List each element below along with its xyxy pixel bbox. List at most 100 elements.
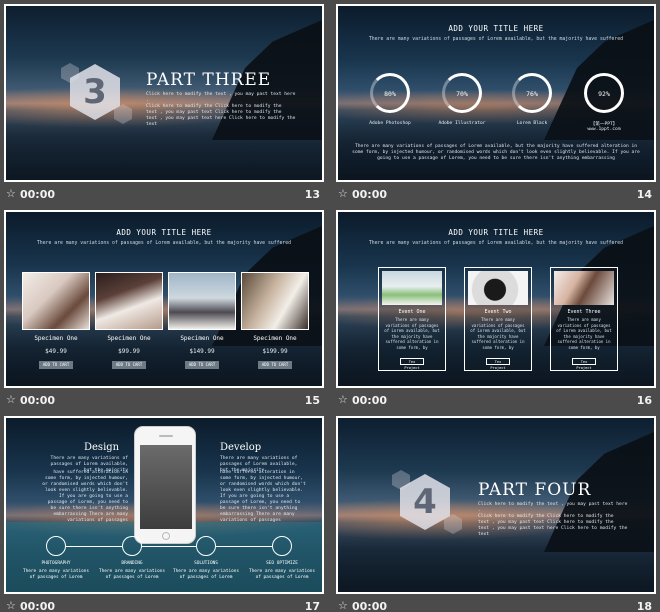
slide-timing: 00:00 [352, 600, 388, 612]
slide-preview[interactable]: ADD YOUR TITLE HERE There are many varia… [336, 4, 656, 182]
event-name: Event Two [484, 309, 512, 315]
step-name: PHOTOGRAPHY [41, 561, 71, 566]
event-photo [382, 271, 442, 305]
slide-thumbnail-15[interactable]: ADD YOUR TITLE HERE There are many varia… [4, 210, 324, 414]
add-to-cart-button[interactable]: ADD TO CART [258, 361, 292, 369]
step-desc: There are many variations of passages of… [22, 569, 90, 580]
slide-meta: ☆ 00:00 18 [336, 596, 656, 612]
ring-value: 76% [526, 90, 538, 98]
progress-ring: 92% [584, 73, 624, 113]
event-button[interactable]: Tex Project [400, 358, 424, 370]
timeline-line [142, 546, 196, 547]
step-desc: There are many variations of passages of… [248, 569, 316, 580]
slide-number: 13 [304, 188, 320, 201]
slide-thumbnail-13[interactable]: 3 PART THREE Click here to modify the te… [4, 4, 324, 208]
event-name: Event One [398, 309, 426, 315]
star-icon[interactable]: ☆ [338, 187, 348, 200]
slide-timing: 00:00 [352, 394, 388, 407]
slide-number: 16 [636, 394, 652, 407]
event-card: Event One There are many variations of p… [378, 267, 446, 371]
star-icon[interactable]: ☆ [338, 599, 348, 612]
item-name: Specimen One [107, 335, 151, 342]
timeline-node [122, 536, 142, 556]
progress-ring: 76% [512, 73, 552, 113]
develop-body: have suffered alteration in some form, b… [220, 470, 306, 523]
slide-subtitle: There are many variations of passages of… [36, 241, 292, 246]
slide-preview[interactable]: 4 PART FOUR Click here to modify the tex… [336, 416, 656, 594]
phone-mockup [134, 426, 196, 544]
couple-photo [241, 272, 309, 330]
slide-thumbnail-17[interactable]: Design There are many variations of pass… [4, 416, 324, 612]
timeline-node [46, 536, 66, 556]
item-price: $99.99 [118, 348, 140, 355]
text-line: Click here to modify the text , you may … [478, 502, 628, 513]
timeline-line [216, 546, 272, 547]
event-description: There are many variations of passages of… [470, 317, 526, 350]
ring-value: 80% [384, 90, 396, 98]
star-icon[interactable]: ☆ [6, 187, 16, 200]
progress-ring: 80% [370, 73, 410, 113]
slide-meta: ☆ 00:00 16 [336, 390, 656, 412]
event-photo [554, 271, 614, 305]
slide-subtitle: There are many variations of passages of… [368, 37, 624, 42]
add-to-cart-button[interactable]: ADD TO CART [39, 361, 73, 369]
text-line: text , you may past text here Click here… [478, 526, 628, 537]
timeline-line [66, 546, 122, 547]
slide-title: ADD YOUR TITLE HERE [448, 24, 544, 33]
star-icon[interactable]: ☆ [338, 393, 348, 406]
step-desc: There are many variations of passages of… [172, 569, 240, 580]
part-description: Click here to modify the text , you may … [146, 92, 296, 128]
slide-meta: ☆ 00:00 17 [4, 596, 324, 612]
step-name: SOLUTIONS [194, 561, 218, 566]
item-price: $149.99 [189, 348, 215, 355]
ring-label: Adobe Photoshop [369, 121, 411, 126]
star-icon[interactable]: ☆ [6, 393, 16, 406]
step-name: SEO OPTIMIZE [266, 561, 298, 566]
phone-screen [140, 445, 192, 529]
event-card: Event Three There are many variations of… [550, 267, 618, 371]
slide-number: 18 [636, 600, 652, 612]
text-line: text , you may past text here Click here… [146, 116, 296, 127]
add-to-cart-button[interactable]: ADD TO CART [185, 361, 219, 369]
event-button[interactable]: Tex Project [572, 358, 596, 370]
item-price: $49.99 [45, 348, 67, 355]
item-name: Specimen One [34, 335, 78, 342]
design-title: Design [84, 442, 120, 453]
slide-preview[interactable]: ADD YOUR TITLE HERE There are many varia… [4, 210, 324, 388]
add-to-cart-button[interactable]: ADD TO CART [112, 361, 146, 369]
step-desc: There are many variations of passages of… [98, 569, 166, 580]
slide-preview[interactable]: ADD YOUR TITLE HERE There are many varia… [336, 210, 656, 388]
part-number: 3 [83, 72, 107, 112]
slide-subtitle: There are many variations of passages of… [368, 241, 624, 246]
slide-timing: 00:00 [20, 188, 56, 201]
wedding-photo [22, 272, 90, 330]
ring-label: Lorem Black [516, 121, 548, 126]
slide-preview[interactable]: Design There are many variations of pass… [4, 416, 324, 594]
event-description: There are many variations of passages of… [384, 317, 440, 350]
develop-title: Develop [220, 442, 262, 453]
slide-body-text: There are many variations of passages of… [352, 144, 640, 161]
ring-label: 【第一PPT】 www.1ppt.com [587, 122, 621, 132]
phone-speaker [159, 435, 173, 437]
slide-timing: 00:00 [352, 188, 388, 201]
slide-number: 14 [636, 188, 652, 201]
event-button[interactable]: Tex Project [486, 358, 510, 370]
slide-thumbnail-14[interactable]: ADD YOUR TITLE HERE There are many varia… [336, 4, 656, 208]
slide-meta: ☆ 00:00 13 [4, 184, 324, 206]
event-card: Event Two There are many variations of p… [464, 267, 532, 371]
slide-thumbnail-16[interactable]: ADD YOUR TITLE HERE There are many varia… [336, 210, 656, 414]
part-title: PART THREE [146, 70, 272, 90]
item-name: Specimen One [180, 335, 224, 342]
wedding-cake-photo [95, 272, 163, 330]
timeline-node [196, 536, 216, 556]
item-price: $199.99 [262, 348, 288, 355]
part-title: PART FOUR [478, 480, 592, 500]
timeline-node [272, 536, 292, 556]
phone-home-button [162, 532, 170, 540]
slide-preview[interactable]: 3 PART THREE Click here to modify the te… [4, 4, 324, 182]
slide-thumbnail-18[interactable]: 4 PART FOUR Click here to modify the tex… [336, 416, 656, 612]
event-photo [468, 271, 528, 305]
part-description: Click here to modify the text , you may … [478, 502, 628, 538]
ring-value: 70% [456, 90, 468, 98]
star-icon[interactable]: ☆ [6, 599, 16, 612]
